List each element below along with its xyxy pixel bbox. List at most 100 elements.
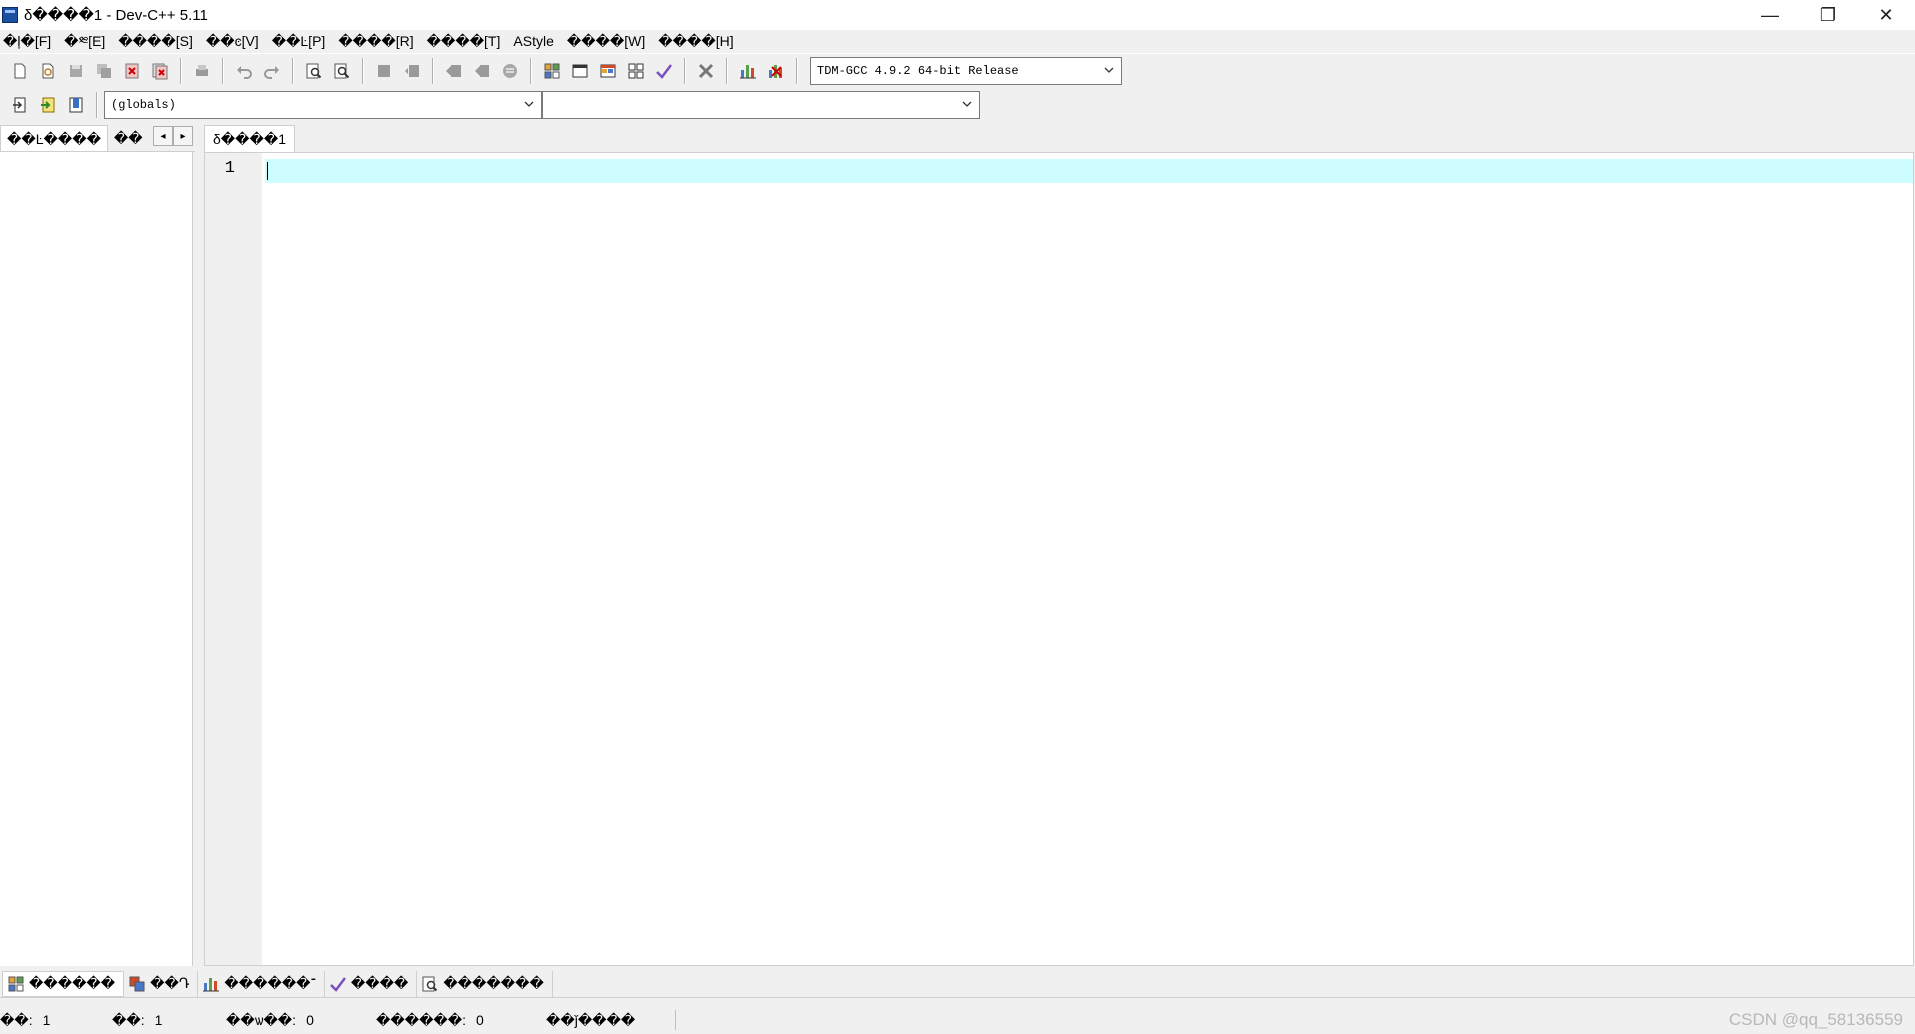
menu-project[interactable]: ��Ŀ[P] [269, 30, 336, 52]
status-col-value: 1 [154, 1012, 163, 1028]
editor-tab-untitled[interactable]: δ����1 [204, 125, 296, 152]
run-button[interactable] [567, 58, 593, 84]
tab-compiler[interactable]: ������ [2, 970, 125, 997]
bookmark-icon [69, 97, 83, 113]
class-toolbar: (globals) [0, 88, 1915, 122]
menu-run[interactable]: ����[R] [335, 30, 423, 52]
menu-view[interactable]: ��ͼ[V] [203, 30, 269, 52]
menu-bar: �ļ�[F] �༭[E] ����[S] ��ͼ[V] ��Ŀ[P] ����[… [0, 30, 1915, 52]
tab-compiler-label: ������ [29, 975, 116, 991]
status-lines-label: ������: [376, 1011, 467, 1028]
replace-icon [334, 63, 350, 78]
stop-execution-button[interactable] [693, 58, 719, 84]
left-panel: ��Ŀ���� �� ◂ ▸ [0, 124, 195, 966]
menu-window[interactable]: ����[W] [564, 30, 655, 52]
tab-find-results[interactable]: ������� [417, 970, 553, 997]
title-bar: δ����1 - Dev-C++ 5.11 — ❐ ✕ [0, 0, 1915, 30]
toolbar-separator [180, 57, 182, 84]
indent-button[interactable] [371, 58, 397, 84]
toolbar-separator [726, 57, 728, 84]
delete-profile-button[interactable] [763, 58, 789, 84]
tab-project-manager[interactable]: ��Ŀ���� [0, 125, 108, 151]
toolbar-separator [796, 57, 798, 84]
tab-resources[interactable]: ��Դ [124, 970, 199, 997]
member-select[interactable] [542, 91, 980, 119]
status-mode-text: ��ǰ���� [546, 1011, 636, 1028]
scope-select[interactable]: (globals) [104, 91, 542, 119]
toolbar-separator [362, 57, 364, 84]
grid-color-icon [544, 63, 560, 78]
menu-astyle[interactable]: AStyle [510, 30, 563, 52]
close-file-icon [125, 63, 139, 78]
project-tree[interactable] [0, 152, 193, 966]
insert-icon [13, 97, 26, 113]
save-button[interactable] [63, 58, 89, 84]
insert-button[interactable] [7, 92, 33, 118]
grid-icon [628, 63, 644, 78]
grid-color-icon [8, 976, 24, 991]
save-all-icon [97, 63, 111, 78]
watermark: CSDN @qq_58136559 [1728, 1010, 1903, 1029]
find-icon [306, 63, 322, 78]
find-icon [422, 976, 438, 991]
tab-scroll-arrows: ◂ ▸ [153, 126, 193, 146]
arrow-left-icon [446, 64, 461, 77]
editor-tabs: δ����1 [200, 124, 1915, 152]
goto-bookmark-button[interactable] [63, 92, 89, 118]
minimize-button[interactable]: — [1741, 0, 1799, 30]
maximize-button[interactable]: ❐ [1799, 0, 1857, 30]
save-all-button[interactable] [91, 58, 117, 84]
compile-run-button[interactable] [595, 58, 621, 84]
print-button[interactable] [189, 58, 215, 84]
menu-search[interactable]: ����[S] [115, 30, 203, 52]
bookmark-arrow-icon [41, 97, 55, 113]
goto-prev-button[interactable] [441, 58, 467, 84]
tab-scroll-right-button[interactable]: ▸ [173, 126, 193, 146]
menu-file[interactable]: �ļ�[F] [0, 30, 61, 52]
menu-edit[interactable]: �༭[E] [61, 30, 115, 52]
redo-button[interactable] [259, 58, 285, 84]
arrow-left-icon [475, 64, 489, 77]
close-all-button[interactable] [147, 58, 173, 84]
profile-button[interactable] [735, 58, 761, 84]
rebuild-button[interactable] [623, 58, 649, 84]
redo-icon [264, 65, 279, 79]
goto-next-button[interactable] [469, 58, 495, 84]
tab-debug[interactable]: ���� [325, 970, 418, 997]
tab-find-results-label: ������� [443, 975, 544, 991]
tab-compile-log[interactable]: ������־ [198, 970, 325, 997]
undo-button[interactable] [231, 58, 257, 84]
close-all-icon [152, 63, 168, 79]
toggle-bookmark-button[interactable] [35, 92, 61, 118]
menu-tools[interactable]: ����[T] [424, 30, 511, 52]
unindent-icon [405, 64, 419, 77]
check-icon [330, 976, 346, 992]
chevron-down-icon [1104, 67, 1114, 73]
check-icon [656, 63, 672, 79]
compile-button[interactable] [539, 58, 565, 84]
toggle-comment-button[interactable] [497, 58, 523, 84]
toolbar-separator [96, 92, 98, 118]
close-button[interactable]: ✕ [1857, 0, 1915, 30]
close-file-button[interactable] [119, 58, 145, 84]
tab-class-browser[interactable]: �� [108, 125, 149, 151]
find-button[interactable] [301, 58, 327, 84]
syntax-check-button[interactable] [651, 58, 677, 84]
compiler-select[interactable]: TDM-GCC 4.9.2 64-bit Release [810, 56, 1122, 85]
open-file-button[interactable] [35, 58, 61, 84]
new-file-button[interactable] [7, 58, 33, 84]
tab-scroll-left-button[interactable]: ◂ [153, 126, 173, 146]
left-panel-tabs: ��Ŀ���� �� ◂ ▸ [0, 124, 195, 152]
print-icon [196, 64, 208, 76]
line-gutter: 1 [205, 153, 262, 965]
status-row-label: ��: [0, 1011, 33, 1028]
replace-button[interactable] [329, 58, 355, 84]
save-icon [70, 64, 82, 77]
menu-help[interactable]: ����[H] [655, 30, 743, 52]
status-col-label: ��: [112, 1011, 145, 1028]
unindent-button[interactable] [399, 58, 425, 84]
scope-select-value: (globals) [111, 98, 176, 112]
app-icon [2, 7, 18, 23]
current-line-highlight [265, 159, 1913, 183]
code-editor[interactable]: 1 [204, 152, 1914, 966]
